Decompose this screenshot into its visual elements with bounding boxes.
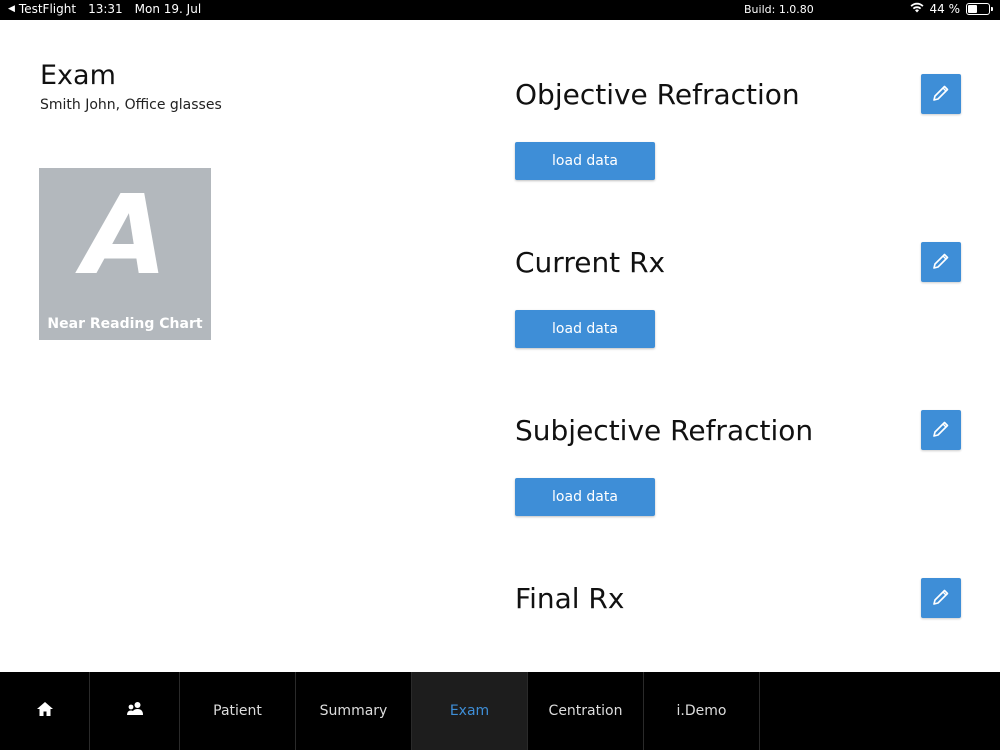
tab-bar: Patient Summary Exam Centration i.Demo	[0, 672, 1000, 750]
status-right: 44 %	[910, 2, 993, 16]
status-bar: ◀ TestFlight 13:31 Mon 19. Jul Build: 1.…	[0, 0, 1000, 20]
pencil-icon	[931, 587, 951, 610]
tab-bar-spacer	[760, 672, 1000, 750]
load-objective-refraction-button[interactable]: load data	[515, 142, 655, 180]
section-title-objective-refraction: Objective Refraction	[515, 78, 800, 111]
chart-letter: A	[82, 171, 168, 299]
build-label: Build: 1.0.80	[744, 3, 814, 16]
edit-objective-refraction-button[interactable]	[921, 74, 961, 114]
load-subjective-refraction-button[interactable]: load data	[515, 478, 655, 516]
tab-users[interactable]	[90, 672, 180, 750]
load-current-rx-button[interactable]: load data	[515, 310, 655, 348]
pencil-icon	[931, 419, 951, 442]
edit-subjective-refraction-button[interactable]	[921, 410, 961, 450]
status-date: Mon 19. Jul	[134, 2, 202, 16]
status-left: ◀ TestFlight 13:31 Mon 19. Jul	[8, 2, 201, 16]
tab-summary[interactable]: Summary	[296, 672, 412, 750]
home-icon	[36, 700, 54, 722]
back-app-label[interactable]: TestFlight	[19, 2, 76, 16]
status-time: 13:31	[88, 2, 123, 16]
page-subtitle: Smith John, Office glasses	[40, 97, 222, 113]
chart-label: Near Reading Chart	[47, 316, 203, 332]
tab-centration[interactable]: Centration	[528, 672, 644, 750]
near-reading-chart-tile[interactable]: A Near Reading Chart	[39, 168, 211, 340]
pencil-icon	[931, 251, 951, 274]
edit-final-rx-button[interactable]	[921, 578, 961, 618]
section-title-current-rx: Current Rx	[515, 246, 666, 279]
section-title-subjective-refraction: Subjective Refraction	[515, 414, 814, 447]
battery-icon	[966, 3, 993, 15]
edit-current-rx-button[interactable]	[921, 242, 961, 282]
tab-home[interactable]	[0, 672, 90, 750]
page-title: Exam	[40, 60, 116, 91]
battery-percent: 44 %	[929, 2, 961, 16]
section-title-final-rx: Final Rx	[515, 582, 625, 615]
tab-exam[interactable]: Exam	[412, 672, 528, 750]
tab-patient[interactable]: Patient	[180, 672, 296, 750]
back-caret-icon[interactable]: ◀	[8, 4, 15, 14]
pencil-icon	[931, 83, 951, 106]
users-icon	[126, 701, 144, 721]
wifi-icon	[910, 2, 924, 16]
main-content: Exam Smith John, Office glasses A Near R…	[0, 20, 1000, 672]
tab-idemo[interactable]: i.Demo	[644, 672, 760, 750]
